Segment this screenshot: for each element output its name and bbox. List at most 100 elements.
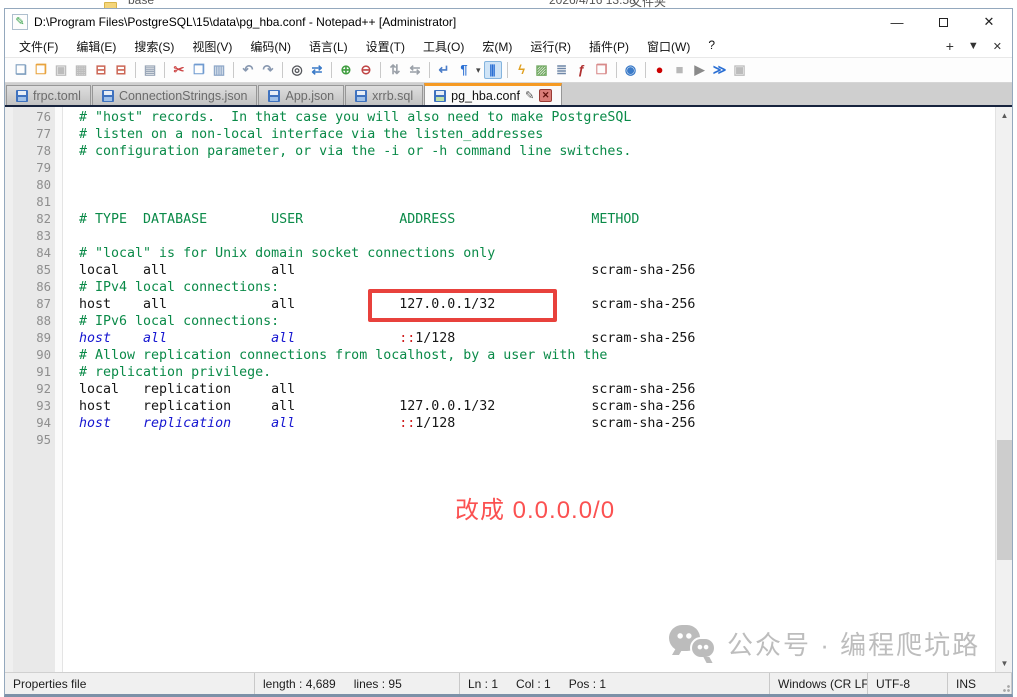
status-encoding[interactable]: UTF-8: [868, 673, 948, 694]
new-tab-button[interactable]: +: [946, 38, 954, 54]
save-all-icon[interactable]: ▦: [72, 61, 90, 79]
status-encoding-value: UTF-8: [876, 677, 910, 691]
pin-tab-icon[interactable]: ✎: [525, 89, 534, 102]
close-file-icon[interactable]: ⊟: [92, 61, 110, 79]
menu-file[interactable]: 文件(F): [10, 36, 67, 57]
monitoring-icon[interactable]: ◉: [622, 61, 640, 79]
toolbar-divider: [164, 62, 165, 78]
function-list-icon[interactable]: ƒ: [573, 61, 591, 79]
status-eol-format[interactable]: Windows (CR LF): [770, 673, 868, 694]
undo-icon[interactable]: ↶: [239, 61, 257, 79]
tab-label: xrrb.sql: [372, 89, 413, 103]
macro-save-icon[interactable]: ▣: [731, 61, 749, 79]
sync-vertical-icon[interactable]: ⇅: [386, 61, 404, 79]
tab-app-json[interactable]: App.json: [258, 85, 344, 105]
status-caret-position-value: Ln : 1: [468, 677, 498, 691]
line-text: # configuration parameter, or via the -i…: [51, 144, 631, 159]
macro-play-icon[interactable]: ▶: [691, 61, 709, 79]
line-number: 88: [5, 313, 51, 330]
close-button[interactable]: ✕: [966, 9, 1012, 35]
save-icon[interactable]: ▣: [52, 61, 70, 79]
code-segment: ::: [399, 416, 415, 431]
line-text: # TYPE DATABASE USER ADDRESS METHOD: [51, 212, 639, 227]
status-caret-position: Ln : 1Col : 1Pos : 1: [460, 673, 770, 694]
line-text: host all all ::1/128 scram-sha-256: [51, 331, 695, 346]
print-icon[interactable]: ▤: [141, 61, 159, 79]
line-number: 89: [5, 330, 51, 347]
menu-language[interactable]: 语言(L): [300, 36, 357, 57]
word-wrap-icon[interactable]: ↵: [435, 61, 453, 79]
folder-as-workspace-icon[interactable]: ❒: [593, 61, 611, 79]
line-number: 84: [5, 245, 51, 262]
tab-list-dropdown[interactable]: ▼: [968, 40, 979, 52]
scrollbar-thumb[interactable]: [997, 440, 1012, 560]
tab-frpc-toml[interactable]: frpc.toml: [6, 85, 91, 105]
redo-icon[interactable]: ↷: [259, 61, 277, 79]
macro-record-icon[interactable]: ●: [651, 61, 669, 79]
zoom-out-icon[interactable]: ⊖: [357, 61, 375, 79]
vertical-scrollbar[interactable]: ▲ ▼: [995, 107, 1012, 672]
show-all-chars-icon[interactable]: ¶: [455, 61, 473, 79]
sync-horizontal-icon[interactable]: ⇆: [406, 61, 424, 79]
line-text: host replication all 127.0.0.1/32 scram-…: [51, 399, 695, 414]
line-text: # Allow replication connections from loc…: [51, 348, 607, 363]
line-number: 92: [5, 381, 51, 398]
menu-view[interactable]: 视图(V): [183, 36, 241, 57]
maximize-button[interactable]: [920, 9, 966, 35]
close-all-icon[interactable]: ⊟: [112, 61, 130, 79]
document-list-icon[interactable]: ≣: [553, 61, 571, 79]
menu-encoding[interactable]: 编码(N): [241, 36, 300, 57]
status-doc-size-value: length : 4,689: [263, 677, 336, 691]
tab-pg-hba-conf[interactable]: pg_hba.conf ✎ ✕: [424, 83, 562, 105]
toolbar-divider: [380, 62, 381, 78]
menu-edit[interactable]: 编辑(E): [67, 36, 125, 57]
document-map-icon[interactable]: ▨: [533, 61, 551, 79]
resize-grip[interactable]: [1000, 682, 1010, 692]
status-doc-type-value: Properties file: [13, 677, 86, 691]
code-line: 95: [5, 432, 995, 449]
run-commands-icon[interactable]: ϟ: [513, 61, 531, 79]
copy-icon[interactable]: ❐: [190, 61, 208, 79]
code-segment: # configuration parameter, or via the -i…: [79, 144, 631, 159]
scroll-up-arrow-icon[interactable]: ▲: [996, 107, 1012, 124]
menu-tools[interactable]: 工具(O): [414, 36, 473, 57]
close-tab-icon[interactable]: ✕: [539, 89, 552, 102]
menu-plugins[interactable]: 插件(P): [580, 36, 638, 57]
tab-connectionstrings-json[interactable]: ConnectionStrings.json: [92, 85, 258, 105]
editor-area[interactable]: 76# "host" records. In that case you wil…: [5, 107, 1012, 672]
zoom-in-icon[interactable]: ⊕: [337, 61, 355, 79]
watermark-text: 公众号 · 编程爬坑路: [727, 625, 980, 662]
code-segment: # "local" is for Unix domain socket conn…: [79, 246, 495, 261]
menu-window[interactable]: 窗口(W): [638, 36, 699, 57]
menu-search[interactable]: 搜索(S): [125, 36, 183, 57]
macro-stop-icon[interactable]: ■: [671, 61, 689, 79]
menu-macro[interactable]: 宏(M): [473, 36, 521, 57]
indent-guide-icon[interactable]: ⫼: [484, 61, 502, 79]
show-all-chars-dropdown[interactable]: ▾: [476, 65, 481, 76]
code-view[interactable]: 76# "host" records. In that case you wil…: [5, 107, 995, 672]
menu-settings[interactable]: 设置(T): [357, 36, 414, 57]
macro-run-multiple-icon[interactable]: ≫: [711, 61, 729, 79]
tab-xrrb-sql[interactable]: xrrb.sql: [345, 85, 423, 105]
wechat-icon: [669, 623, 717, 663]
status-caret-position-value: Pos : 1: [569, 677, 606, 691]
tab-bar: frpc.tomlConnectionStrings.json App.json x…: [5, 83, 1012, 107]
line-text: [51, 161, 79, 176]
replace-icon[interactable]: ⇄: [308, 61, 326, 79]
paste-icon[interactable]: ▥: [210, 61, 228, 79]
tab-label: pg_hba.conf: [451, 89, 520, 103]
scroll-down-arrow-icon[interactable]: ▼: [996, 655, 1012, 672]
new-file-icon[interactable]: ❏: [12, 61, 30, 79]
minimize-button[interactable]: —: [874, 9, 920, 35]
find-icon[interactable]: ◎: [288, 61, 306, 79]
close-tab-button[interactable]: ✕: [993, 40, 1002, 53]
code-segment: # IPv6 local connections:: [79, 314, 279, 329]
explorer-file-type: 文件夹: [630, 0, 666, 8]
menu-run[interactable]: 运行(R): [521, 36, 580, 57]
cut-icon[interactable]: ✂: [170, 61, 188, 79]
tab-label: App.json: [285, 89, 334, 103]
line-number: 79: [5, 160, 51, 177]
menu-help[interactable]: ?: [699, 36, 724, 57]
line-text: local replication all scram-sha-256: [51, 382, 695, 397]
open-file-icon[interactable]: ❒: [32, 61, 50, 79]
